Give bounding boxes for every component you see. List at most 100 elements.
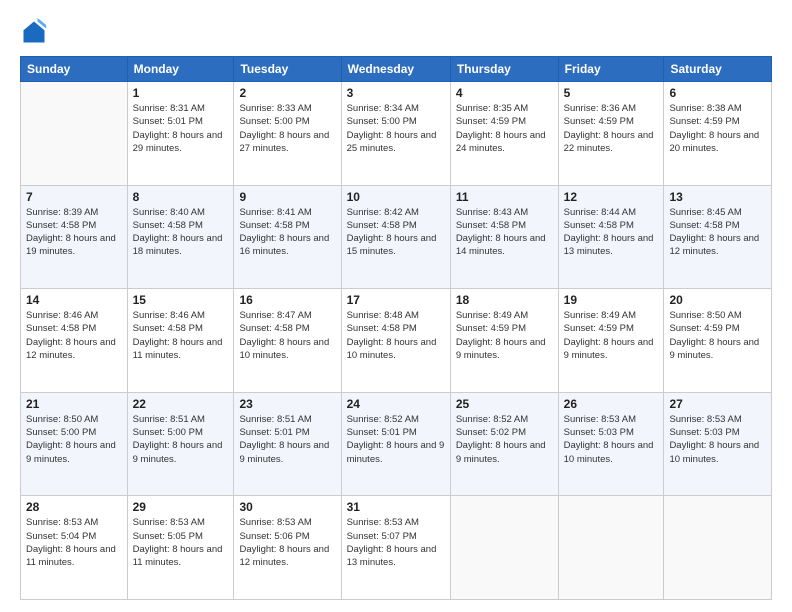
day-info: Sunrise: 8:49 AMSunset: 4:59 PMDaylight:… <box>456 309 553 362</box>
calendar-cell: 23 Sunrise: 8:51 AMSunset: 5:01 PMDayligh… <box>234 392 341 496</box>
calendar-cell: 3 Sunrise: 8:34 AMSunset: 5:00 PMDaylight… <box>341 82 450 186</box>
day-info: Sunrise: 8:53 AMSunset: 5:03 PMDaylight:… <box>669 413 766 466</box>
day-info: Sunrise: 8:49 AMSunset: 4:59 PMDaylight:… <box>564 309 659 362</box>
weekday-header: Tuesday <box>234 57 341 82</box>
day-number: 19 <box>564 293 659 307</box>
day-info: Sunrise: 8:42 AMSunset: 4:58 PMDaylight:… <box>347 206 445 259</box>
calendar-cell: 29 Sunrise: 8:53 AMSunset: 5:05 PMDayligh… <box>127 496 234 600</box>
calendar-cell: 8 Sunrise: 8:40 AMSunset: 4:58 PMDaylight… <box>127 185 234 289</box>
day-number: 31 <box>347 500 445 514</box>
day-number: 29 <box>133 500 229 514</box>
day-number: 22 <box>133 397 229 411</box>
weekday-header: Saturday <box>664 57 772 82</box>
day-info: Sunrise: 8:39 AMSunset: 4:58 PMDaylight:… <box>26 206 122 259</box>
day-number: 8 <box>133 190 229 204</box>
calendar-cell: 19 Sunrise: 8:49 AMSunset: 4:59 PMDayligh… <box>558 289 664 393</box>
calendar-cell <box>450 496 558 600</box>
day-info: Sunrise: 8:35 AMSunset: 4:59 PMDaylight:… <box>456 102 553 155</box>
day-number: 11 <box>456 190 553 204</box>
day-info: Sunrise: 8:38 AMSunset: 4:59 PMDaylight:… <box>669 102 766 155</box>
day-info: Sunrise: 8:51 AMSunset: 5:01 PMDaylight:… <box>239 413 335 466</box>
day-info: Sunrise: 8:46 AMSunset: 4:58 PMDaylight:… <box>133 309 229 362</box>
calendar-table: SundayMondayTuesdayWednesdayThursdayFrid… <box>20 56 772 600</box>
day-number: 15 <box>133 293 229 307</box>
calendar-cell: 1Sunrise: 8:31 AMSunset: 5:01 PMDaylight… <box>127 82 234 186</box>
day-number: 10 <box>347 190 445 204</box>
day-info: Sunrise: 8:53 AMSunset: 5:04 PMDaylight:… <box>26 516 122 569</box>
calendar-cell: 17 Sunrise: 8:48 AMSunset: 4:58 PMDayligh… <box>341 289 450 393</box>
day-number: 17 <box>347 293 445 307</box>
day-info: Sunrise: 8:41 AMSunset: 4:58 PMDaylight:… <box>239 206 335 259</box>
calendar-cell: 6 Sunrise: 8:38 AMSunset: 4:59 PMDaylight… <box>664 82 772 186</box>
day-number: 21 <box>26 397 122 411</box>
calendar-cell: 5 Sunrise: 8:36 AMSunset: 4:59 PMDaylight… <box>558 82 664 186</box>
day-number: 14 <box>26 293 122 307</box>
weekday-header: Wednesday <box>341 57 450 82</box>
calendar-cell: 22 Sunrise: 8:51 AMSunset: 5:00 PMDayligh… <box>127 392 234 496</box>
logo <box>20 18 52 46</box>
calendar-cell <box>21 82 128 186</box>
day-info: Sunrise: 8:52 AMSunset: 5:02 PMDaylight:… <box>456 413 553 466</box>
calendar-cell: 7 Sunrise: 8:39 AMSunset: 4:58 PMDaylight… <box>21 185 128 289</box>
day-number: 26 <box>564 397 659 411</box>
day-info: Sunrise: 8:43 AMSunset: 4:58 PMDaylight:… <box>456 206 553 259</box>
page: SundayMondayTuesdayWednesdayThursdayFrid… <box>0 0 792 612</box>
header <box>20 18 772 46</box>
calendar-cell: 21 Sunrise: 8:50 AMSunset: 5:00 PMDayligh… <box>21 392 128 496</box>
day-number: 6 <box>669 86 766 100</box>
day-number: 20 <box>669 293 766 307</box>
day-info: Sunrise: 8:36 AMSunset: 4:59 PMDaylight:… <box>564 102 659 155</box>
calendar-cell: 16 Sunrise: 8:47 AMSunset: 4:58 PMDayligh… <box>234 289 341 393</box>
day-number: 23 <box>239 397 335 411</box>
weekday-header: Sunday <box>21 57 128 82</box>
day-info: Sunrise: 8:45 AMSunset: 4:58 PMDaylight:… <box>669 206 766 259</box>
day-info: Sunrise: 8:50 AMSunset: 5:00 PMDaylight:… <box>26 413 122 466</box>
day-number: 4 <box>456 86 553 100</box>
day-info: Sunrise: 8:52 AMSunset: 5:01 PMDaylight:… <box>347 413 445 466</box>
day-number: 27 <box>669 397 766 411</box>
day-info: Sunrise: 8:47 AMSunset: 4:58 PMDaylight:… <box>239 309 335 362</box>
day-info: Sunrise: 8:46 AMSunset: 4:58 PMDaylight:… <box>26 309 122 362</box>
calendar-cell: 24 Sunrise: 8:52 AMSunset: 5:01 PMDayligh… <box>341 392 450 496</box>
day-info: Sunrise: 8:40 AMSunset: 4:58 PMDaylight:… <box>133 206 229 259</box>
day-number: 24 <box>347 397 445 411</box>
day-number: 2 <box>239 86 335 100</box>
day-info: Sunrise: 8:53 AMSunset: 5:05 PMDaylight:… <box>133 516 229 569</box>
day-info: Sunrise: 8:53 AMSunset: 5:06 PMDaylight:… <box>239 516 335 569</box>
weekday-header: Friday <box>558 57 664 82</box>
calendar-cell: 12Sunrise: 8:44 AMSunset: 4:58 PMDayligh… <box>558 185 664 289</box>
calendar-cell: 30Sunrise: 8:53 AMSunset: 5:06 PMDayligh… <box>234 496 341 600</box>
calendar-cell: 11 Sunrise: 8:43 AMSunset: 4:58 PMDayligh… <box>450 185 558 289</box>
day-number: 18 <box>456 293 553 307</box>
day-number: 7 <box>26 190 122 204</box>
calendar-cell: 20 Sunrise: 8:50 AMSunset: 4:59 PMDayligh… <box>664 289 772 393</box>
calendar-cell: 10 Sunrise: 8:42 AMSunset: 4:58 PMDayligh… <box>341 185 450 289</box>
day-info: Sunrise: 8:53 AMSunset: 5:03 PMDaylight:… <box>564 413 659 466</box>
calendar-cell <box>558 496 664 600</box>
calendar-cell: 26 Sunrise: 8:53 AMSunset: 5:03 PMDayligh… <box>558 392 664 496</box>
day-info: Sunrise: 8:48 AMSunset: 4:58 PMDaylight:… <box>347 309 445 362</box>
day-number: 28 <box>26 500 122 514</box>
day-number: 12 <box>564 190 659 204</box>
day-info: Sunrise: 8:50 AMSunset: 4:59 PMDaylight:… <box>669 309 766 362</box>
day-number: 5 <box>564 86 659 100</box>
calendar-cell: 15 Sunrise: 8:46 AMSunset: 4:58 PMDayligh… <box>127 289 234 393</box>
day-number: 16 <box>239 293 335 307</box>
calendar-cell: 9 Sunrise: 8:41 AMSunset: 4:58 PMDaylight… <box>234 185 341 289</box>
day-info: Sunrise: 8:51 AMSunset: 5:00 PMDaylight:… <box>133 413 229 466</box>
day-number: 9 <box>239 190 335 204</box>
calendar-cell: 13Sunrise: 8:45 AMSunset: 4:58 PMDayligh… <box>664 185 772 289</box>
day-number: 3 <box>347 86 445 100</box>
day-info: Sunrise: 8:33 AMSunset: 5:00 PMDaylight:… <box>239 102 335 155</box>
calendar-cell: 4 Sunrise: 8:35 AMSunset: 4:59 PMDaylight… <box>450 82 558 186</box>
day-info: Sunrise: 8:53 AMSunset: 5:07 PMDaylight:… <box>347 516 445 569</box>
logo-icon <box>20 18 48 46</box>
weekday-header: Thursday <box>450 57 558 82</box>
day-info: Sunrise: 8:34 AMSunset: 5:00 PMDaylight:… <box>347 102 445 155</box>
calendar-cell: 18 Sunrise: 8:49 AMSunset: 4:59 PMDayligh… <box>450 289 558 393</box>
calendar-cell <box>664 496 772 600</box>
calendar-cell: 31 Sunrise: 8:53 AMSunset: 5:07 PMDayligh… <box>341 496 450 600</box>
day-info: Sunrise: 8:31 AMSunset: 5:01 PMDaylight:… <box>133 102 229 155</box>
calendar-cell: 25Sunrise: 8:52 AMSunset: 5:02 PMDayligh… <box>450 392 558 496</box>
calendar-cell: 27 Sunrise: 8:53 AMSunset: 5:03 PMDayligh… <box>664 392 772 496</box>
